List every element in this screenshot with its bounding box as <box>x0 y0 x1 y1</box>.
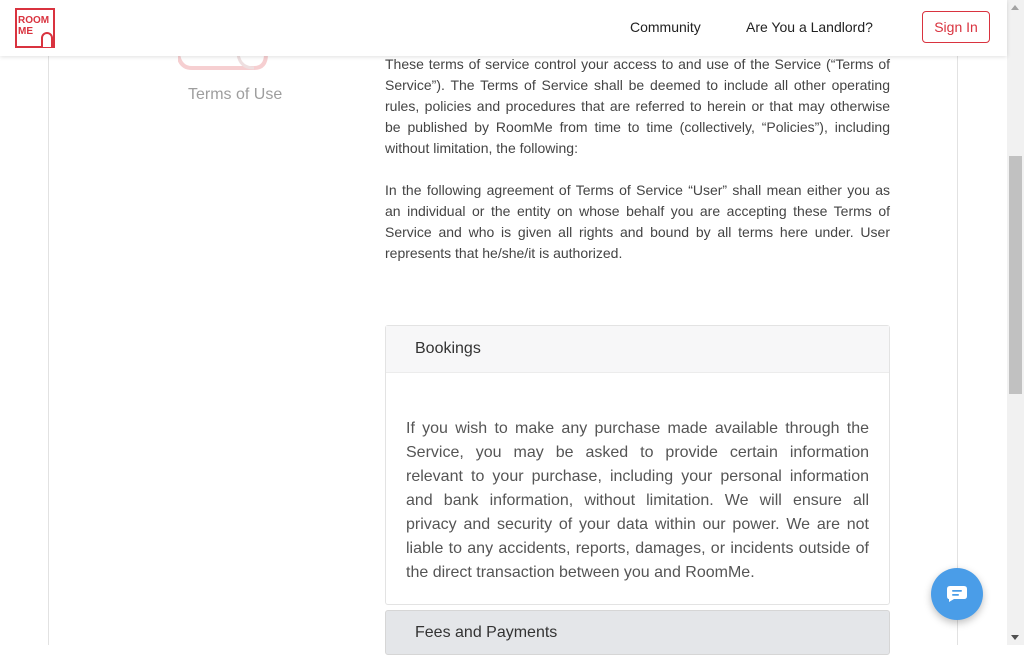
accordion-header-fees-payments[interactable]: Fees and Payments <box>385 610 890 655</box>
scrollbar-thumb[interactable] <box>1009 156 1022 394</box>
sidebar-title: Terms of Use <box>188 86 283 103</box>
vertical-scrollbar[interactable] <box>1007 0 1024 645</box>
logo-text-top: ROOM <box>18 15 49 26</box>
terms-content: These terms of service control your acce… <box>385 54 890 285</box>
nav-community-link[interactable]: Community <box>630 19 701 35</box>
nav-landlord-link[interactable]: Are You a Landlord? <box>746 19 873 35</box>
sign-in-button[interactable]: Sign In <box>922 11 990 43</box>
accordion-body-bookings: If you wish to make any purchase made av… <box>406 420 869 581</box>
chat-bubble-icon <box>947 586 967 602</box>
terms-paragraph: These terms of service control your acce… <box>385 56 890 156</box>
accordion-bookings: Bookings If you wish to make any purchas… <box>385 325 890 605</box>
scroll-down-arrow-icon[interactable] <box>1011 635 1019 640</box>
logo-text-bottom: ME <box>18 26 33 37</box>
scroll-up-arrow-icon[interactable] <box>1011 5 1019 10</box>
accordion-header-bookings[interactable]: Bookings <box>386 326 889 373</box>
chat-button[interactable] <box>931 568 983 620</box>
top-navbar: ROOM ME Community Are You a Landlord? Si… <box>0 0 1007 56</box>
terms-paragraph: In the following agreement of Terms of S… <box>385 182 890 261</box>
roomme-logo[interactable]: ROOM ME <box>15 8 55 48</box>
